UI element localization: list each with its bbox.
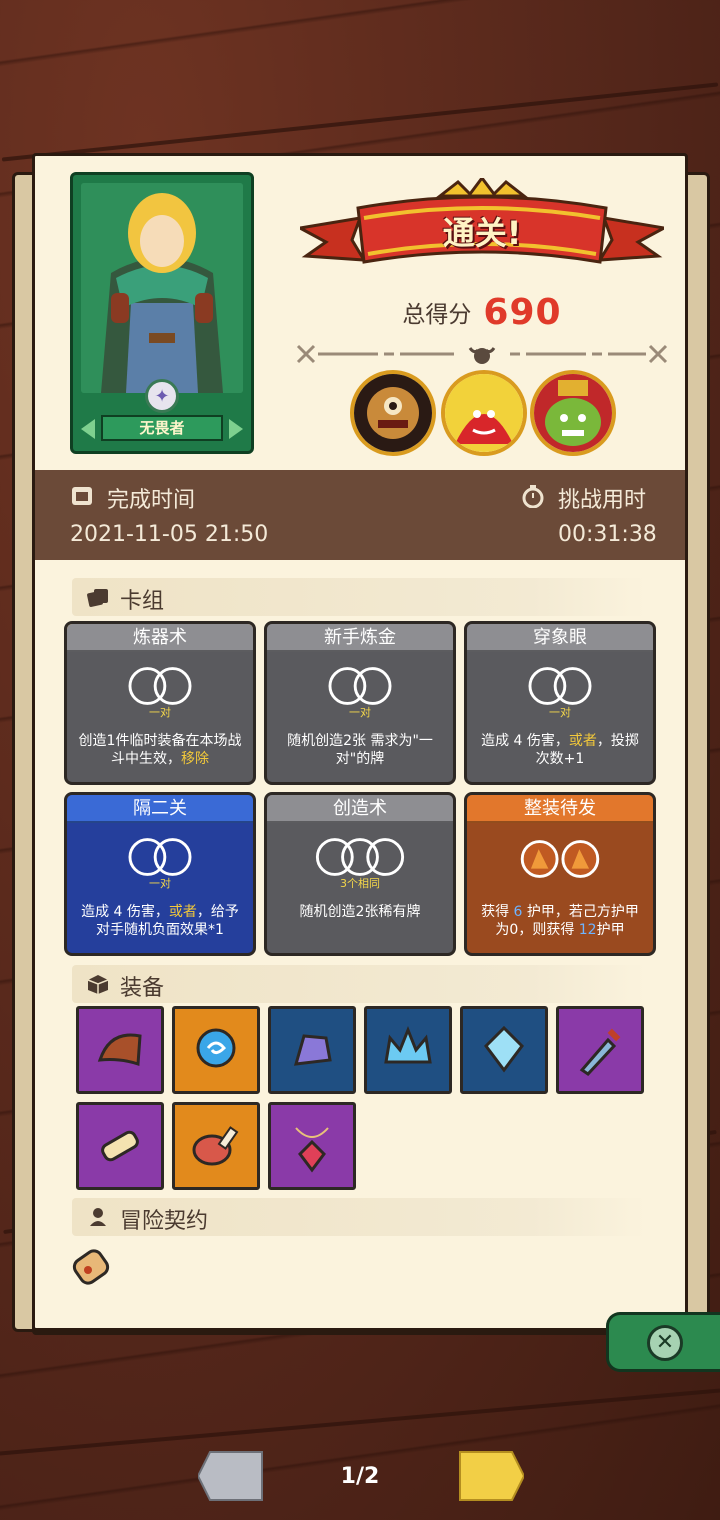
ham-icon[interactable] (172, 1102, 260, 1190)
leather-armor-icon[interactable] (76, 1006, 164, 1094)
dice-slots-icon (520, 840, 600, 878)
prev-hero-arrow-icon[interactable] (81, 419, 95, 439)
banner-title: 通关! (442, 214, 522, 252)
close-icon[interactable]: ✕ (647, 1325, 683, 1361)
deck-card[interactable]: 创造术 3个相同 随机创造2张稀有牌 (264, 792, 456, 956)
hero-portrait (81, 183, 243, 393)
deck-card[interactable]: 穿象眼 一对 造成 4 伤害，或者，投掷次数+1 (464, 621, 656, 785)
pager: 1/2 (0, 1444, 720, 1508)
hero-name: 无畏者 (101, 415, 223, 441)
finish-time-value: 2021-11-05 21:50 (70, 522, 269, 547)
diamond-icon[interactable] (460, 1006, 548, 1094)
score-label: 总得分 (402, 302, 472, 328)
card-description: 造成 4 伤害，或者，投掷次数+1 (481, 733, 639, 767)
next-hero-arrow-icon[interactable] (229, 419, 243, 439)
card-title: 炼器术 (67, 624, 253, 652)
blue-orb-icon[interactable] (172, 1006, 260, 1094)
ice-crown-icon[interactable] (364, 1006, 452, 1094)
prev-page-button[interactable] (198, 1448, 266, 1504)
duration-label: 挑战用时 (558, 488, 647, 513)
calendar-icon (72, 487, 92, 505)
box-icon (87, 975, 109, 994)
boss-one-eyed-demon-icon (350, 370, 436, 456)
stopwatch-icon (522, 485, 544, 508)
purple-crystal-icon[interactable] (268, 1006, 356, 1094)
close-tab[interactable]: ✕ (606, 1312, 720, 1372)
card-title: 隔二关 (67, 795, 253, 823)
wood-grain (1, 82, 719, 162)
victory-banner: 通关! (295, 175, 669, 288)
deck-card[interactable]: 炼器术 一对 创造1件临时装备在本场战斗中生效，移除 (64, 621, 256, 785)
finish-time-label: 完成时间 (107, 488, 196, 513)
duration-value: 00:31:38 (558, 522, 657, 547)
deck-title: 卡组 (120, 589, 165, 614)
hero-card[interactable]: ✦ 无畏者 (70, 172, 254, 454)
card-title: 创造术 (267, 795, 453, 823)
dice-requirement: 一对 (149, 877, 171, 890)
time-info-bar: 完成时间 2021-11-05 21:50 挑战用时 00:31:38 (35, 470, 685, 560)
dice-requirement: 3个相同 (340, 877, 380, 890)
card-description: 随机创造2张稀有牌 (299, 904, 421, 920)
hero-class-icon: ✦ (145, 379, 179, 413)
card-title: 穿象眼 (467, 624, 653, 652)
dice-requirement: 一对 (549, 706, 571, 719)
contract-title: 冒险契约 (120, 1209, 209, 1234)
cards-icon (87, 589, 108, 607)
card-description: 随机创造2张 需求为"一对"的牌 (287, 733, 433, 767)
score-row: 总得分 690 (300, 291, 664, 333)
person-icon (90, 1208, 106, 1226)
dice-requirement: 一对 (349, 706, 371, 719)
equipment-section-header: 装备 (72, 965, 646, 1003)
ornament-divider (294, 342, 670, 366)
dagger-icon[interactable] (556, 1006, 644, 1094)
dice-requirement: 一对 (149, 706, 171, 719)
deck-section-header: 卡组 (72, 578, 646, 616)
boss-green-goblin-king-icon (530, 370, 616, 456)
scroll-charm-icon[interactable] (76, 1102, 164, 1190)
page-indicator: 1/2 (340, 1464, 380, 1489)
contract-scroll-icon[interactable] (66, 1240, 116, 1296)
red-gem-necklace-icon[interactable] (268, 1102, 356, 1190)
next-page-button[interactable] (456, 1448, 524, 1504)
score-value: 690 (483, 291, 562, 333)
deck-card[interactable]: 隔二关 一对 造成 4 伤害，或者，给予对手随机负面效果*1 (64, 792, 256, 956)
card-description: 获得 6 护甲，若己方护甲为0，则获得 12护甲 (481, 904, 639, 938)
deck-card[interactable]: 新手炼金 一对 随机创造2张 需求为"一对"的牌 (264, 621, 456, 785)
card-description: 创造1件临时装备在本场战斗中生效，移除 (78, 733, 242, 767)
boss-red-demon-icon (441, 370, 527, 456)
deck-card[interactable]: 整装待发 获得 6 护甲，若己方护甲为0，则获得 12护甲 (464, 792, 656, 956)
card-description: 造成 4 伤害，或者，给予对手随机负面效果*1 (81, 904, 239, 938)
card-title: 新手炼金 (267, 624, 453, 652)
equipment-title: 装备 (120, 976, 165, 1001)
contract-section-header: 冒险契约 (72, 1198, 646, 1236)
card-title: 整装待发 (467, 795, 653, 823)
